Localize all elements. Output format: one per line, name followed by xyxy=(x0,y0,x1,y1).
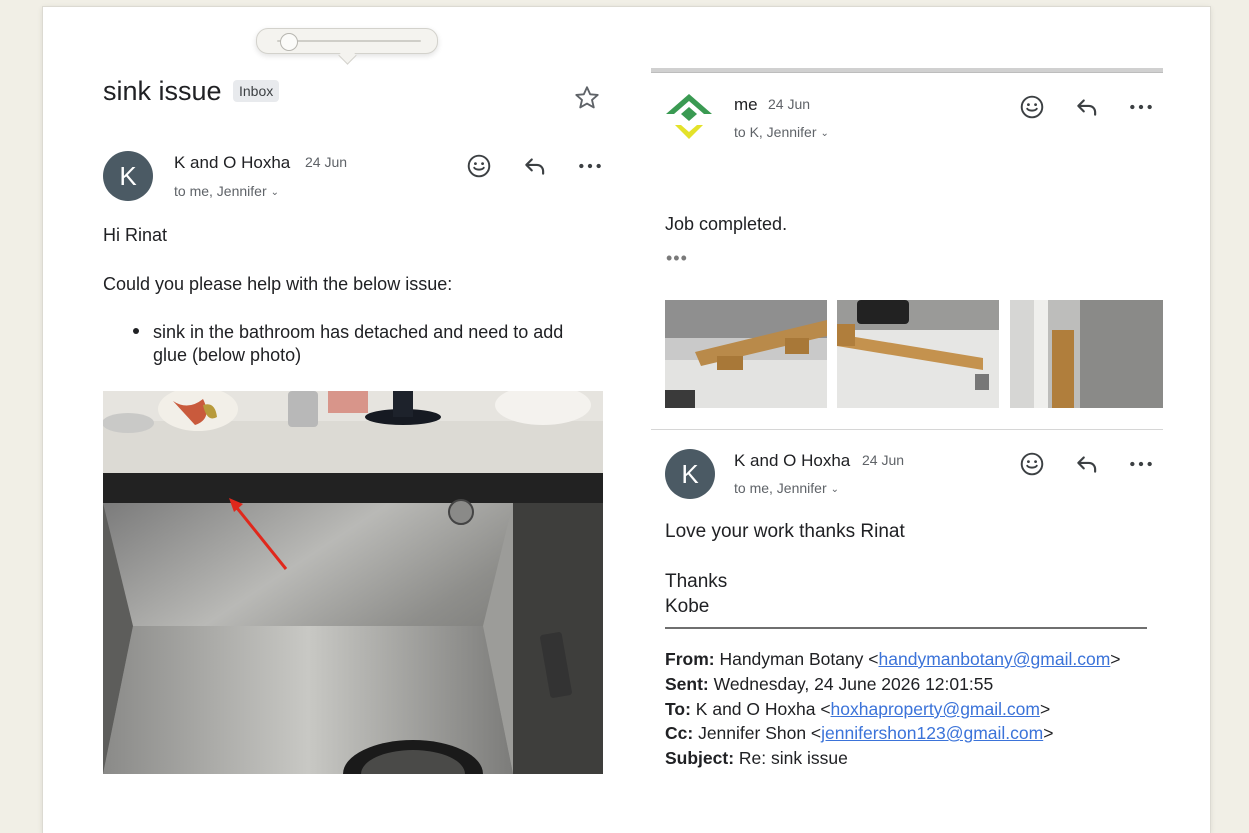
cc-name: Jennifer Shon < xyxy=(698,723,822,743)
quoted-header-rule xyxy=(665,627,1147,629)
sink-photo-attachment[interactable] xyxy=(103,391,603,774)
from-label: From: xyxy=(665,649,715,669)
photo-attachment-thumbnail[interactable] xyxy=(837,300,999,408)
emoji-icon[interactable] xyxy=(466,153,492,179)
more-icon[interactable] xyxy=(1128,451,1154,477)
sent-value: Wednesday, 24 June 2026 12:01:55 xyxy=(713,674,994,694)
sent-label: Sent: xyxy=(665,674,709,694)
bullet-point xyxy=(133,328,139,334)
subject-value: Re: sink issue xyxy=(738,748,848,768)
recipients-text: to me, Jennifer xyxy=(734,480,827,496)
inbox-label-chip[interactable]: Inbox xyxy=(233,80,280,102)
emoji-icon[interactable] xyxy=(1019,451,1045,477)
emoji-icon[interactable] xyxy=(1019,94,1045,120)
message-separator xyxy=(651,68,1163,73)
reply-icon[interactable] xyxy=(1074,94,1100,120)
thread-subject: sink issue xyxy=(103,76,222,106)
quoted-to-line: To: K and O Hoxha <hoxhaproperty@gmail.c… xyxy=(665,699,1050,720)
quoted-from-line: From: Handyman Botany <handymanbotany@gm… xyxy=(665,649,1121,670)
message-body: Job completed. xyxy=(665,214,788,234)
to-email-link[interactable]: hoxhaproperty@gmail.com xyxy=(831,699,1040,719)
photo-attachment-thumbnail[interactable] xyxy=(665,300,827,408)
sender-avatar[interactable]: K xyxy=(665,449,715,499)
photo-attachment-thumbnail[interactable] xyxy=(1010,300,1163,408)
quoted-cc-line: Cc: Jennifer Shon <jennifershon123@gmail… xyxy=(665,723,1053,744)
sender-avatar[interactable]: K xyxy=(103,151,153,201)
cc-end: > xyxy=(1043,723,1054,743)
reply-icon[interactable] xyxy=(1074,451,1100,477)
message-date: 24 Jun xyxy=(768,96,811,112)
message-date: 24 Jun xyxy=(305,154,348,170)
more-icon[interactable] xyxy=(577,153,603,179)
cc-email-link[interactable]: jennifershon123@gmail.com xyxy=(821,723,1043,743)
message-date: 24 Jun xyxy=(862,452,905,468)
recipients-toggle[interactable]: to me, Jennifer ⌄ xyxy=(734,480,839,496)
quoted-sent-line: Sent: Wednesday, 24 June 2026 12:01:55 xyxy=(665,674,993,695)
chevron-down-icon: ⌄ xyxy=(820,128,829,139)
subject-label: Subject: xyxy=(665,748,735,768)
message-intro: Could you please help with the below iss… xyxy=(103,274,453,294)
cc-label: Cc: xyxy=(665,723,694,743)
from-end: > xyxy=(1110,649,1121,669)
show-trimmed-content-button[interactable]: ••• xyxy=(666,248,688,269)
more-icon[interactable] xyxy=(1128,94,1154,120)
signature-line: Thanks xyxy=(665,571,728,592)
recipients-toggle[interactable]: to me, Jennifer ⌄ xyxy=(174,183,279,199)
chevron-down-icon: ⌄ xyxy=(830,484,839,495)
message-separator xyxy=(651,429,1163,430)
sender-name[interactable]: K and O Hoxha xyxy=(174,153,290,173)
reply-icon[interactable] xyxy=(522,153,548,179)
from-name: Handyman Botany < xyxy=(719,649,879,669)
signature-name: Kobe xyxy=(665,596,710,617)
sender-name[interactable]: K and O Hoxha xyxy=(734,451,850,471)
message-body: Love your work thanks Rinat xyxy=(665,521,905,542)
from-email-link[interactable]: handymanbotany@gmail.com xyxy=(879,649,1111,669)
to-end: > xyxy=(1039,699,1051,719)
star-icon[interactable] xyxy=(573,84,601,112)
to-name: K and O Hoxha < xyxy=(695,699,831,719)
bullet-text-line1: sink in the bathroom has detached and ne… xyxy=(153,322,564,342)
bullet-text-line2: glue (below photo) xyxy=(153,345,302,365)
chevron-down-icon: ⌄ xyxy=(270,187,279,198)
sender-name[interactable]: me xyxy=(734,95,758,115)
zoom-slider-track[interactable] xyxy=(277,40,421,42)
to-label: To: xyxy=(665,699,691,719)
quoted-subject-line: Subject: Re: sink issue xyxy=(665,748,848,769)
company-logo-icon[interactable] xyxy=(664,92,714,142)
message-greeting: Hi Rinat xyxy=(103,225,168,245)
recipients-text: to K, Jennifer xyxy=(734,124,817,140)
recipients-toggle[interactable]: to K, Jennifer ⌄ xyxy=(734,124,829,140)
recipients-text: to me, Jennifer xyxy=(174,183,267,199)
